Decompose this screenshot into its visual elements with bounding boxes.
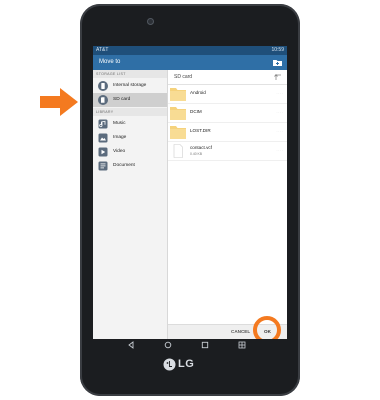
sidebar-item-label: Music — [113, 121, 126, 126]
list-item[interactable]: Android · · · · — [168, 85, 287, 104]
list-item[interactable]: DCIM · · · · — [168, 104, 287, 123]
dialog-title-bar: Move to — [93, 55, 287, 70]
clock: 10:59 — [271, 47, 284, 53]
back-icon[interactable] — [127, 341, 135, 349]
status-bar: AT&T 10:59 — [93, 46, 287, 55]
phone-storage-icon — [98, 81, 108, 91]
folder-icon — [170, 126, 186, 139]
folder-icon — [170, 107, 186, 120]
sidebar-item-music[interactable]: Music — [93, 117, 167, 131]
video-icon — [98, 147, 108, 157]
current-path: SD card — [174, 74, 193, 80]
sidebar-item-video[interactable]: Video — [93, 145, 167, 159]
file-name: contact.vcf — [190, 145, 212, 150]
file-name: LOST.DIR — [190, 128, 211, 133]
file-size: 0.40 KB — [190, 152, 203, 156]
tablet-screen: AT&T 10:59 Move to STORAGE LIST Internal… — [93, 46, 287, 339]
sidebar-item-label: Internal storage — [113, 83, 147, 88]
list-item[interactable]: LOST.DIR · · · · — [168, 123, 287, 142]
pointer-arrow-icon — [40, 88, 78, 116]
sidebar-item-label: Image — [113, 135, 127, 140]
list-item[interactable]: contact.vcf 0.40 KB · · · · — [168, 142, 287, 161]
sidebar-item-label: SD card — [113, 97, 131, 102]
lg-face-icon — [163, 358, 176, 371]
dialog-title: Move to — [99, 59, 121, 65]
storage-sidebar: STORAGE LIST Internal storage SD card LI… — [93, 70, 168, 339]
sidebar-item-internal-storage[interactable]: Internal storage — [93, 79, 167, 93]
file-name: Android — [190, 90, 206, 95]
front-camera — [147, 18, 154, 25]
cancel-button[interactable]: CANCEL — [231, 329, 250, 334]
sidebar-item-label: Video — [113, 149, 126, 154]
home-icon[interactable] — [164, 341, 172, 349]
system-nav-bar — [93, 339, 287, 351]
library-header: LIBRARY — [93, 108, 167, 116]
storage-list-header: STORAGE LIST — [93, 70, 167, 78]
brand-name: LG — [178, 358, 195, 370]
sidebar-item-image[interactable]: Image — [93, 131, 167, 145]
file-date: · · · · — [276, 91, 284, 95]
sidebar-item-document[interactable]: Document — [93, 159, 167, 173]
sidebar-item-label: Document — [113, 163, 135, 168]
path-bar: SD card — [168, 70, 287, 85]
file-date: · · · · — [276, 148, 284, 152]
sidebar-item-sd-card[interactable]: SD card — [93, 93, 167, 107]
new-folder-icon[interactable] — [273, 59, 282, 66]
sd-card-icon — [98, 95, 108, 105]
recent-apps-icon[interactable] — [201, 341, 209, 349]
file-browser-panel: SD card Android · · · · DCIM · · · · LOS… — [168, 70, 287, 339]
image-icon — [98, 133, 108, 143]
file-name: DCIM — [190, 109, 202, 114]
file-date: · · · · — [276, 110, 284, 114]
carrier-label: AT&T — [96, 47, 109, 53]
up-arrow-icon[interactable] — [274, 73, 282, 81]
music-icon — [98, 119, 108, 129]
file-date: · · · · — [276, 129, 284, 133]
lg-logo: LG — [163, 357, 223, 373]
file-icon — [173, 144, 183, 158]
dual-window-icon[interactable] — [238, 341, 246, 349]
folder-icon — [170, 88, 186, 101]
document-icon — [98, 161, 108, 171]
